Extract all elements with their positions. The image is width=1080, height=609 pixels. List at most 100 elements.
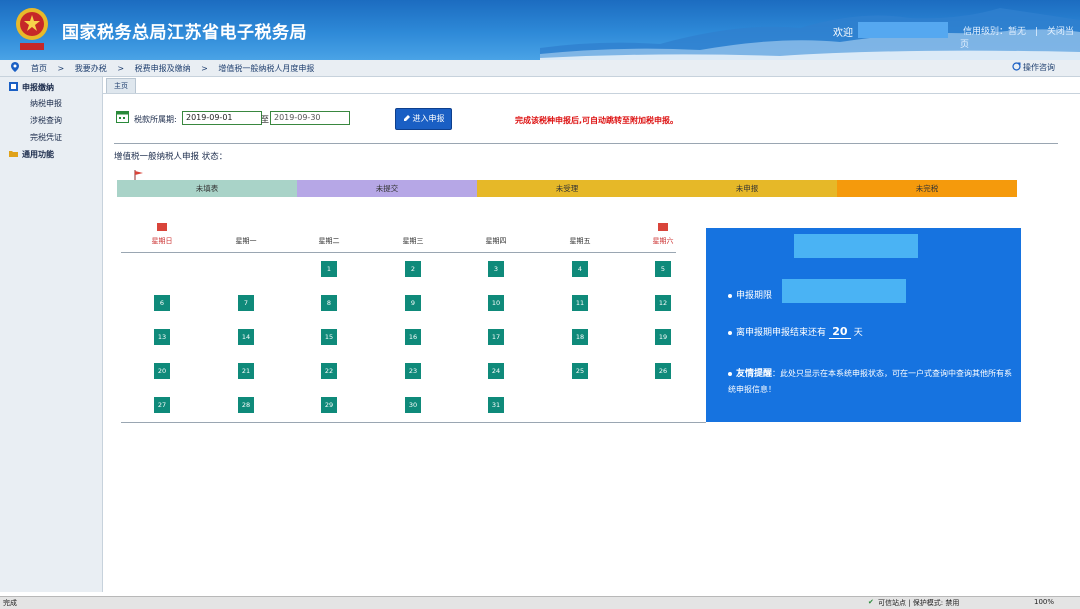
calendar-day[interactable]: 27 (154, 397, 170, 413)
browser-status-bar: 完成 ✔ 可信站点 | 保护模式: 禁用 100% (0, 596, 1080, 609)
calendar-day[interactable]: 15 (321, 329, 337, 345)
security-zone-text: 可信站点 | 保护模式: 禁用 (878, 599, 960, 607)
link-separator: | (1034, 27, 1038, 37)
calendar-day[interactable]: 29 (321, 397, 337, 413)
sidebar-item-tax-query[interactable]: 涉税查询 (30, 115, 62, 126)
calendar-day[interactable]: 22 (321, 363, 337, 379)
edit-icon (403, 115, 410, 121)
calendar-day[interactable]: 7 (238, 295, 254, 311)
period-end-field[interactable]: 2019-09-30 (270, 111, 350, 125)
calendar-icon (116, 111, 129, 123)
remaining-days-value: 20 (828, 325, 851, 339)
calendar-day[interactable]: 30 (405, 397, 421, 413)
calendar-day[interactable]: 16 (405, 329, 421, 345)
crumb-sep: > (117, 64, 125, 73)
site-title: 国家税务总局江苏省电子税务局 (62, 23, 307, 43)
site-header: 国家税务总局江苏省电子税务局 欢迎 信用级别：暂无 | 关闭当页 (0, 0, 1080, 60)
folder-icon (9, 151, 18, 157)
breadcrumb-bar: 首页 > 我要办税 > 税费申报及缴纳 > 增值税一般纳税人月度申报 操作咨询 (0, 60, 1080, 77)
crumb-vat-monthly: 增值税一般纳税人月度申报 (218, 64, 315, 73)
tax-period-label: 税款所属期: (134, 115, 177, 124)
calendar-day[interactable]: 18 (572, 329, 588, 345)
breadcrumb: 首页 > 我要办税 > 税费申报及缴纳 > 增值税一般纳税人月度申报 (31, 63, 322, 74)
status-done-text: 完成 (3, 599, 17, 607)
calendar-day[interactable]: 8 (321, 295, 337, 311)
status-step-not-accepted: 未受理 (477, 180, 657, 197)
calendar-day[interactable]: 12 (655, 295, 671, 311)
calendar-day[interactable]: 26 (655, 363, 671, 379)
deadline-line: 申报期限 (728, 288, 772, 301)
status-step-not-submitted: 未提交 (297, 180, 477, 197)
calendar-day[interactable]: 13 (154, 329, 170, 345)
location-pin-icon (11, 62, 19, 72)
sidebar-item-tax-declaration[interactable]: 纳税申报 (30, 98, 62, 109)
calendar-day[interactable]: 9 (405, 295, 421, 311)
period-to-label: 至 (261, 115, 269, 124)
calendar-day[interactable]: 21 (238, 363, 254, 379)
deadline-value-redacted (782, 279, 906, 303)
credit-level-link[interactable]: 信用级别：暂无 (963, 27, 1026, 37)
sunday-flag-icon (157, 223, 167, 231)
sidebar-item-declaration[interactable]: 申报缴纳 (9, 82, 54, 93)
remaining-days-line: 离申报期申报结束还有 20 天 (728, 325, 863, 339)
zoom-level[interactable]: 100% (1034, 598, 1054, 606)
calendar-day[interactable]: 5 (655, 261, 671, 277)
crumb-sep: > (201, 64, 208, 73)
sidebar-item-label: 纳税申报 (30, 99, 62, 108)
help-label: 操作咨询 (1023, 63, 1055, 72)
flag-icon (134, 170, 143, 180)
remaining-prefix: 离申报期申报结束还有 (736, 328, 827, 338)
sidebar-item-tax-certificate[interactable]: 完税凭证 (30, 132, 62, 143)
weekday-header: 星期日 (151, 237, 173, 245)
calendar-day[interactable]: 11 (572, 295, 588, 311)
info-header-redacted (794, 234, 918, 258)
help-consult-button[interactable]: 操作咨询 (1012, 62, 1055, 73)
crumb-sep: > (57, 64, 65, 73)
user-name-redacted (858, 22, 948, 38)
calendar-day[interactable]: 4 (572, 261, 588, 277)
sidebar-item-label: 申报缴纳 (22, 83, 54, 92)
grid-icon (9, 82, 18, 91)
sidebar-item-label: 涉税查询 (30, 116, 62, 125)
weekday-header: 星期二 (318, 237, 340, 245)
period-start-field[interactable]: 2019-09-01 (182, 111, 262, 125)
check-icon: ✔ (868, 598, 874, 606)
crumb-declaration-payment[interactable]: 税费申报及缴纳 (135, 64, 191, 73)
sidebar-item-label: 完税凭证 (30, 133, 62, 142)
sidebar-item-common-functions[interactable]: 通用功能 (9, 149, 54, 160)
sidebar: 申报缴纳 纳税申报 涉税查询 完税凭证 通用功能 (0, 77, 103, 592)
calendar-day[interactable]: 2 (405, 261, 421, 277)
tax-emblem-logo (16, 8, 48, 50)
weekday-header: 星期五 (569, 237, 591, 245)
status-step-not-filled: 未填表 (117, 180, 297, 197)
calendar-rule (121, 422, 706, 423)
crumb-tax-handling[interactable]: 我要办税 (75, 64, 107, 73)
calendar-day[interactable]: 17 (488, 329, 504, 345)
sidebar-item-label: 通用功能 (22, 150, 54, 159)
status-title: 增值税一般纳税人申报 状态： (114, 152, 228, 162)
calendar-day[interactable]: 6 (154, 295, 170, 311)
enter-declaration-label: 进入申报 (412, 114, 445, 123)
crumb-home[interactable]: 首页 (31, 64, 47, 73)
calendar-day[interactable]: 10 (488, 295, 504, 311)
enter-declaration-button[interactable]: 进入申报 (395, 108, 452, 130)
tab-home[interactable]: 主页 (106, 78, 136, 93)
status-progress-bar: 未填表 未提交 未受理 未申报 未完税 (117, 180, 1017, 197)
bullet-icon (728, 330, 732, 335)
calendar-day[interactable]: 3 (488, 261, 504, 277)
calendar-rule (121, 252, 676, 253)
saturday-flag-icon (658, 223, 668, 231)
calendar-day[interactable]: 19 (655, 329, 671, 345)
calendar-day[interactable]: 20 (154, 363, 170, 379)
calendar-day[interactable]: 31 (488, 397, 504, 413)
remaining-suffix: 天 (853, 328, 863, 338)
calendar-day[interactable]: 23 (405, 363, 421, 379)
calendar-day[interactable]: 25 (572, 363, 588, 379)
calendar-day[interactable]: 24 (488, 363, 504, 379)
calendar-day[interactable]: 1 (321, 261, 337, 277)
welcome-text: 欢迎 (833, 28, 853, 39)
bullet-icon (728, 371, 732, 376)
divider (114, 143, 1058, 144)
calendar-day[interactable]: 14 (238, 329, 254, 345)
calendar-day[interactable]: 28 (238, 397, 254, 413)
